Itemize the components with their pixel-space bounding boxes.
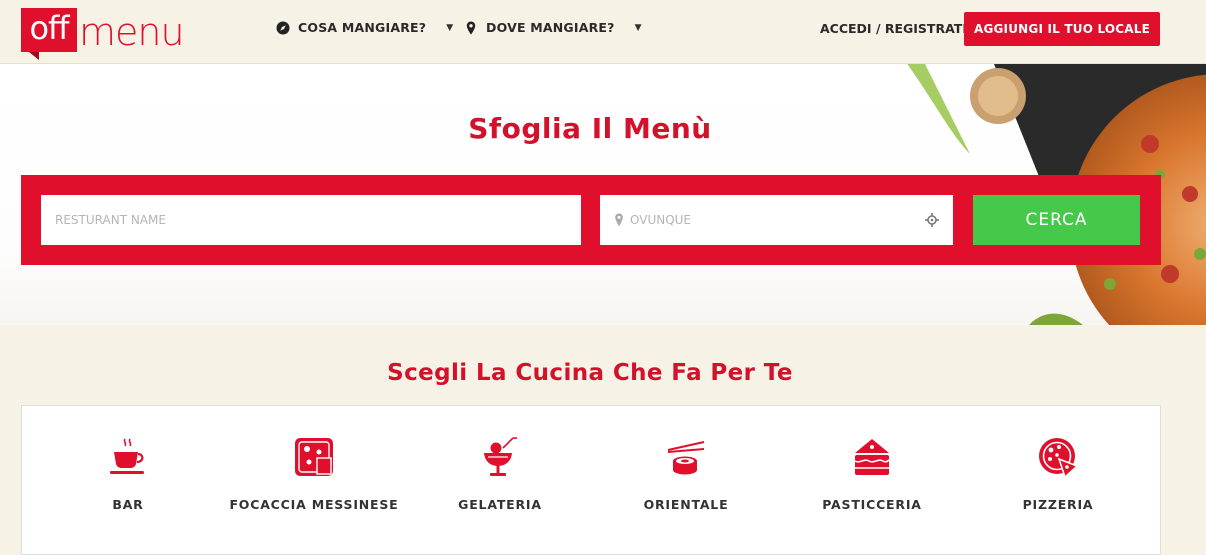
- nav-cosa-mangiare[interactable]: COSA MANGIARE? ▼: [276, 20, 453, 35]
- cuisine-label: PASTICCERIA: [822, 497, 922, 512]
- cuisine-item-orientale[interactable]: ORIENTALE: [596, 436, 776, 512]
- pizza-icon: [1039, 438, 1079, 478]
- cuisine-item-pasticceria[interactable]: PASTICCERIA: [782, 436, 962, 512]
- chevron-down-icon: ▼: [446, 22, 454, 33]
- cake-slice-icon: [854, 439, 890, 475]
- chevron-down-icon: ▼: [634, 22, 642, 33]
- cuisine-item-bar[interactable]: BAR: [38, 436, 218, 512]
- compass-icon: [276, 21, 290, 34]
- restaurant-name-placeholder: RESTURANT NAME: [55, 213, 166, 227]
- search-button[interactable]: CERCA: [973, 195, 1140, 245]
- location-pin-icon: [615, 213, 623, 227]
- focaccia-icon: [295, 438, 333, 476]
- offmenu-logo[interactable]: off menu: [21, 6, 185, 60]
- sushi-icon: [667, 441, 705, 475]
- cuisines-title: Scegli La Cucina Che Fa Per Te: [387, 360, 793, 386]
- search-bar: RESTURANT NAME OVUNQUE CERCA: [21, 175, 1161, 265]
- gelato-cup-icon: [484, 437, 517, 476]
- nav-dove-mangiare[interactable]: DOVE MANGIARE? ▼: [464, 20, 642, 35]
- cuisine-label: ORIENTALE: [643, 497, 729, 512]
- cuisine-label: GELATERIA: [458, 497, 542, 512]
- hero-title: Sfoglia Il Menù: [468, 112, 712, 145]
- login-register-link[interactable]: ACCEDI / REGISTRATI: [820, 21, 967, 36]
- cuisine-item-pizzeria[interactable]: PIZZERIA: [968, 436, 1148, 512]
- add-venue-button[interactable]: AGGIUNGI IL TUO LOCALE: [964, 12, 1160, 46]
- crosshair-icon[interactable]: [925, 213, 939, 227]
- site-header: off menu COSA MANGIARE? ▼ DOVE MANGIARE?…: [0, 0, 1206, 64]
- hero-section: Sfoglia Il Menù RESTURANT NAME OVUNQUE C…: [0, 64, 1206, 325]
- cuisine-label: FOCACCIA MESSINESE: [229, 497, 399, 512]
- cuisine-item-focaccia[interactable]: FOCACCIA MESSINESE: [224, 436, 404, 512]
- nav-cosa-mangiare-label: COSA MANGIARE?: [298, 20, 427, 35]
- logo-box: off: [21, 8, 77, 60]
- cuisine-label: PIZZERIA: [1022, 497, 1094, 512]
- location-input[interactable]: OVUNQUE: [600, 195, 953, 245]
- cuisine-panel: BAR FOCACCIA MESSINESE GELATERIA ORIENTA…: [21, 405, 1161, 555]
- nav-dove-mangiare-label: DOVE MANGIARE?: [486, 20, 615, 35]
- location-pin-icon: [466, 21, 476, 34]
- coffee-cup-icon: [110, 438, 144, 474]
- cuisine-label: BAR: [112, 497, 144, 512]
- location-placeholder: OVUNQUE: [630, 213, 692, 227]
- logo-text: menu: [79, 10, 185, 54]
- restaurant-name-input[interactable]: RESTURANT NAME: [41, 195, 581, 245]
- cuisine-item-gelateria[interactable]: GELATERIA: [410, 436, 590, 512]
